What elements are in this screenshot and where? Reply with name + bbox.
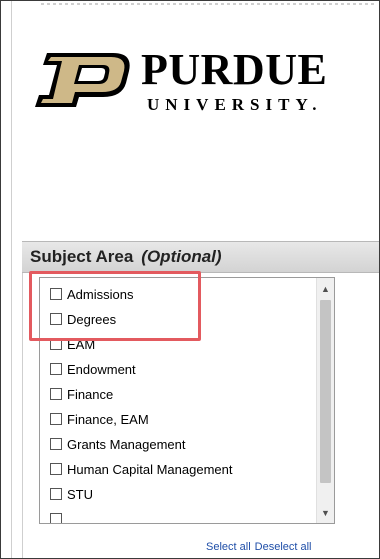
brand-subtitle: UNIVERSITY. xyxy=(147,95,323,114)
list-item-human-capital-management[interactable]: Human Capital Management xyxy=(50,460,232,478)
brand-wordmark: PURDUE xyxy=(141,45,328,94)
selection-links: Select all Deselect all xyxy=(206,541,312,553)
scroll-up-arrow-icon[interactable]: ▲ xyxy=(317,280,334,297)
checkbox[interactable] xyxy=(50,363,62,375)
listbox-scrollbar[interactable]: ▲ ▼ xyxy=(316,278,334,523)
purdue-p-logo-icon xyxy=(35,53,130,107)
highlight-box xyxy=(29,271,201,341)
subject-area-title: Subject Area (Optional) xyxy=(30,247,222,267)
subject-area-title-text: Subject Area xyxy=(30,247,134,266)
list-item-endowment[interactable]: Endowment xyxy=(50,360,136,378)
list-item-grants-management[interactable]: Grants Management xyxy=(50,435,186,453)
list-item-label: Finance xyxy=(67,386,114,402)
list-item-label: Grants Management xyxy=(67,436,186,452)
select-all-link[interactable]: Select all xyxy=(206,541,251,553)
subject-area-header: Subject Area (Optional) xyxy=(22,241,379,273)
list-item-label: Finance, EAM xyxy=(67,411,149,427)
list-item-label: Endowment xyxy=(67,361,136,377)
left-divider xyxy=(11,1,12,558)
scroll-down-arrow-icon[interactable]: ▼ xyxy=(317,504,334,521)
checkbox[interactable] xyxy=(50,388,62,400)
scrollbar-thumb[interactable] xyxy=(320,300,331,483)
checkbox[interactable] xyxy=(50,513,62,523)
purdue-logo: PURDUE UNIVERSITY. xyxy=(29,47,349,117)
page-frame: PURDUE UNIVERSITY. Subject Area (Optional… xyxy=(0,0,380,559)
list-item-label: STU xyxy=(67,486,93,502)
top-dashed-line xyxy=(41,3,376,5)
list-item-partial[interactable] xyxy=(50,510,67,523)
subject-area-optional-label: (Optional) xyxy=(141,247,222,266)
checkbox[interactable] xyxy=(50,463,62,475)
deselect-all-link[interactable]: Deselect all xyxy=(255,541,312,553)
list-item-label: Human Capital Management xyxy=(67,461,233,477)
checkbox[interactable] xyxy=(50,488,62,500)
list-item-stu[interactable]: STU xyxy=(50,485,93,503)
checkbox[interactable] xyxy=(50,438,62,450)
list-item-finance[interactable]: Finance xyxy=(50,385,113,403)
checkbox[interactable] xyxy=(50,413,62,425)
list-item-finance-eam[interactable]: Finance, EAM xyxy=(50,410,149,428)
